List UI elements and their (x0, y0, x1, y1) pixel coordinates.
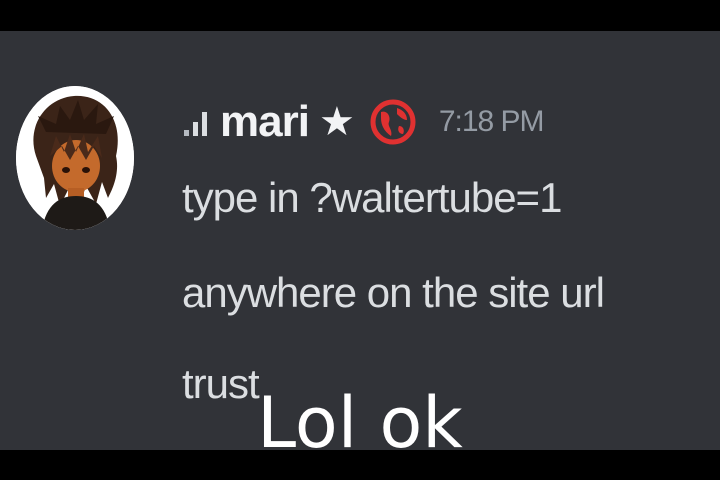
avatar-image (16, 86, 134, 230)
message-header: mari ★ 7:18 PM (182, 95, 545, 149)
message-timestamp: 7:18 PM (438, 105, 545, 138)
video-caption: Lol ok (257, 382, 463, 464)
author-name[interactable]: mari (220, 100, 310, 144)
star-icon: ★ (318, 100, 355, 144)
message-text-line: type in ?waltertube=1 (182, 174, 562, 221)
globe-icon[interactable] (369, 98, 417, 146)
signal-bars-icon (182, 104, 212, 140)
message-text-line: anywhere on the site url (182, 269, 605, 316)
avatar[interactable] (16, 86, 134, 230)
letterbox-top (0, 0, 720, 31)
